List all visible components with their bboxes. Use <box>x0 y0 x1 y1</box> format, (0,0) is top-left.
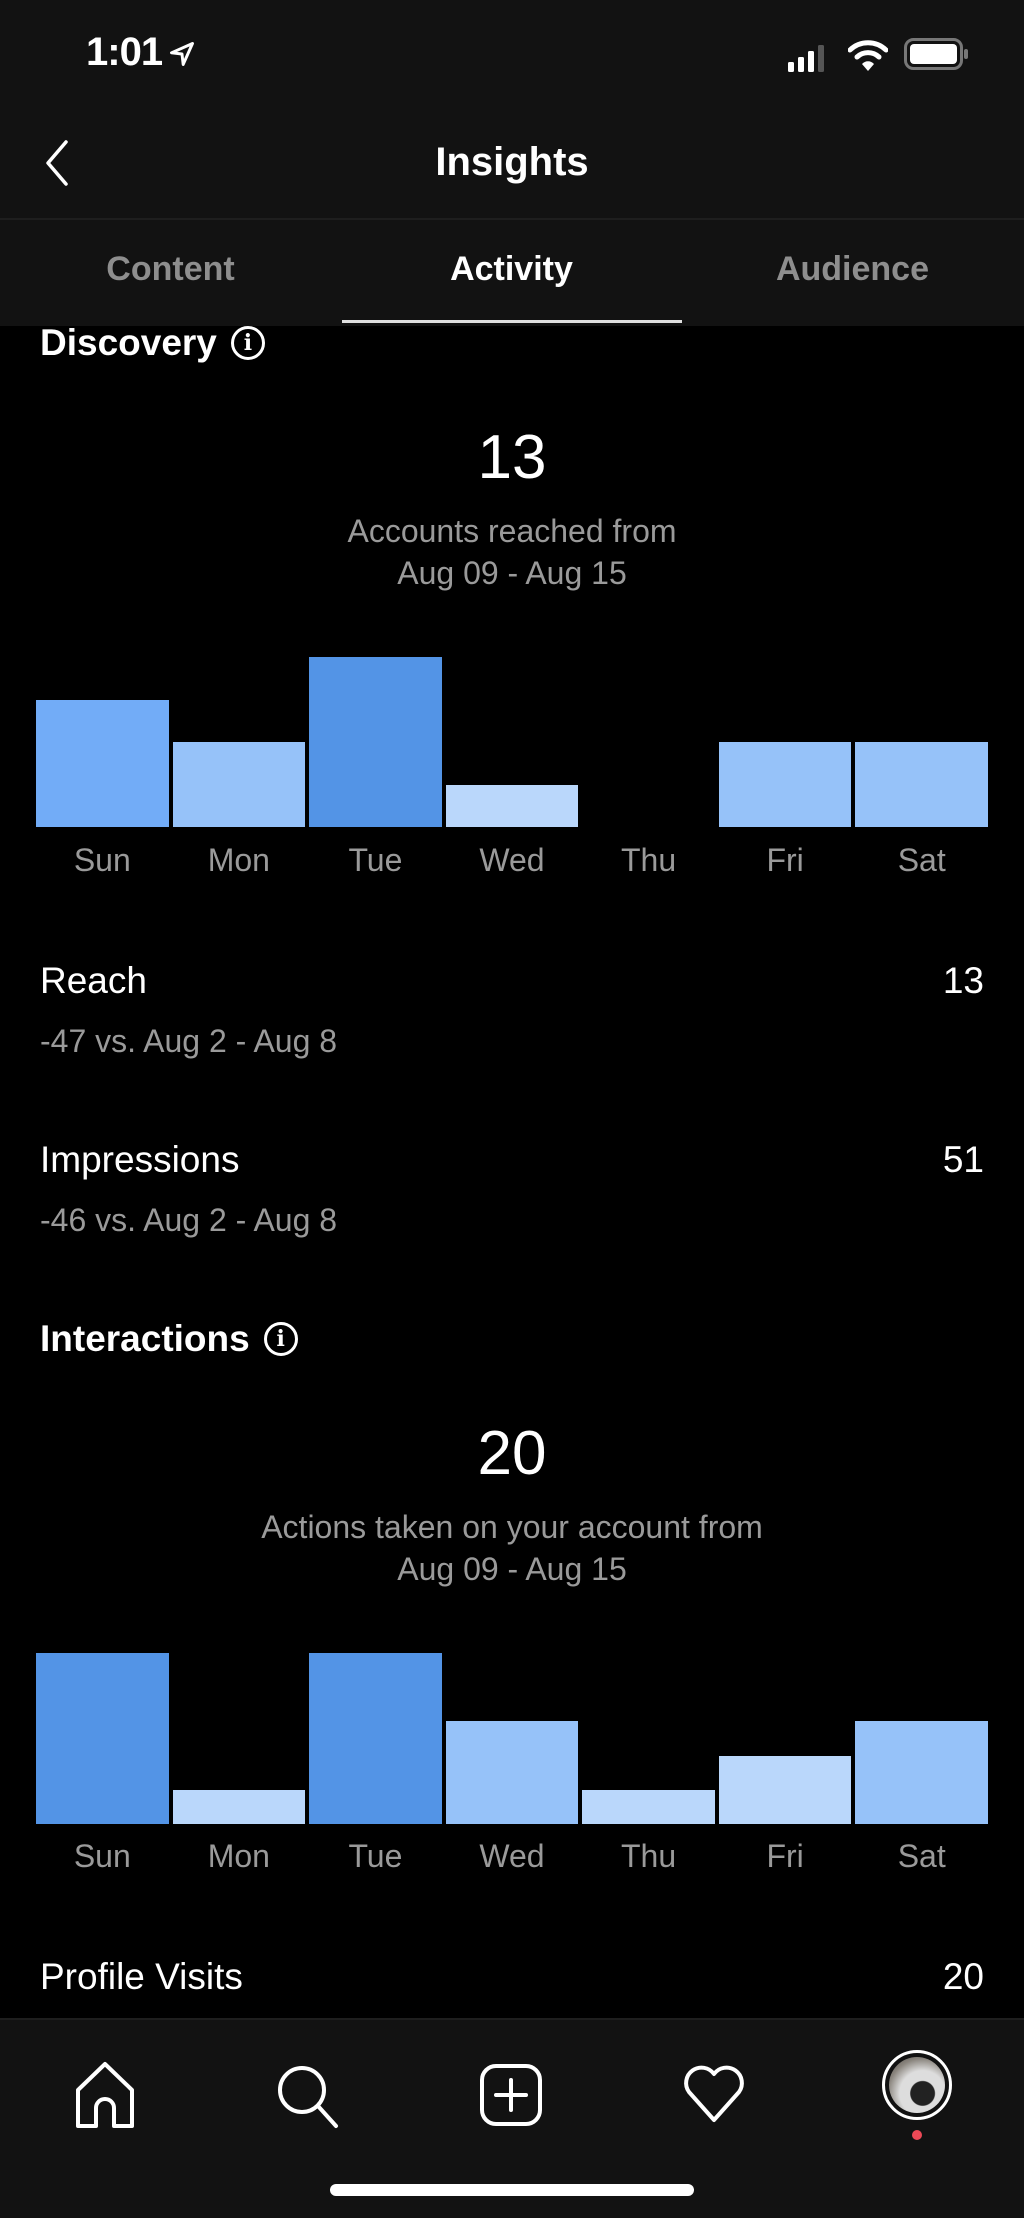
interactions-subtitle-line2: Aug 09 - Aug 15 <box>397 1551 627 1587</box>
tab-bar: Content Activity Audience <box>0 220 1024 326</box>
bar-fri[interactable] <box>718 1755 852 1824</box>
day-label: Fri <box>766 842 804 878</box>
metric-value: 20 <box>942 1956 984 1997</box>
metric-value: 51 <box>942 1139 984 1180</box>
cellular-signal-icon <box>788 45 824 72</box>
reach-comparison: -47 vs. Aug 2 - Aug 8 <box>40 1023 338 1059</box>
bar-wed[interactable] <box>445 1721 579 1824</box>
interactions-day-labels: Sun Mon Tue Wed Thu Fri Sat <box>36 1838 988 1878</box>
metric-label: Impressions <box>40 1139 240 1180</box>
discovery-title: Discovery <box>40 322 217 363</box>
bar-mon[interactable] <box>172 1789 306 1824</box>
bar-thu[interactable] <box>582 1789 715 1824</box>
interactions-section-header: Interactions i <box>40 1318 298 1360</box>
metric-reach[interactable]: Reach 13 <box>40 960 984 1002</box>
active-tab-indicator <box>342 320 682 323</box>
day-label: Sun <box>73 842 131 878</box>
day-label: Sat <box>897 842 946 878</box>
interactions-subtitle-line1: Actions taken on your account from <box>261 1509 763 1545</box>
page-title: Insights <box>435 140 589 184</box>
info-icon[interactable]: i <box>230 326 265 360</box>
day-label: Wed <box>479 842 545 878</box>
impressions-comparison: -46 vs. Aug 2 - Aug 8 <box>40 1202 338 1238</box>
heart-icon[interactable] <box>679 2060 749 2130</box>
bar-sat[interactable] <box>855 742 988 827</box>
notification-dot <box>912 2130 922 2140</box>
day-label: Sat <box>897 1838 946 1874</box>
bar-sat[interactable] <box>855 1721 988 1824</box>
info-icon[interactable]: i <box>263 1322 298 1356</box>
metric-profile-visits[interactable]: Profile Visits 20 <box>40 1956 984 1998</box>
header: Insights <box>0 110 1024 220</box>
day-label: Tue <box>348 842 403 878</box>
discovery-subtitle-line2: Aug 09 - Aug 15 <box>397 555 627 591</box>
plus-square-icon[interactable] <box>476 2060 546 2130</box>
day-label: Thu <box>620 842 677 878</box>
bar-sun[interactable] <box>36 699 169 827</box>
day-label: Wed <box>479 1838 545 1874</box>
home-indicator <box>330 2184 694 2196</box>
status-time: 1:01 <box>86 30 163 74</box>
search-icon[interactable] <box>272 2060 342 2130</box>
metric-value: 13 <box>942 960 984 1001</box>
bar-tue[interactable] <box>309 657 442 827</box>
wifi-icon <box>848 40 888 71</box>
day-label: Fri <box>766 1838 804 1874</box>
metric-impressions[interactable]: Impressions 51 <box>40 1139 984 1181</box>
metric-label: Profile Visits <box>40 1956 243 1997</box>
bar-mon[interactable] <box>172 742 306 827</box>
battery-icon <box>904 38 968 70</box>
day-label: Sun <box>73 1838 131 1874</box>
interactions-bar-chart <box>36 1653 988 1824</box>
metric-label: Reach <box>40 960 147 1001</box>
discovery-day-labels: Sun Mon Tue Wed Thu Fri Sat <box>36 842 988 882</box>
accounts-reached-total: 13 <box>477 423 547 492</box>
bar-tue[interactable] <box>309 1653 442 1824</box>
bar-sun[interactable] <box>36 1653 169 1824</box>
interactions-title: Interactions <box>40 1318 250 1359</box>
discovery-bar-chart <box>36 657 988 827</box>
day-label: Thu <box>620 1838 677 1874</box>
tab-activity[interactable]: Activity <box>341 250 682 289</box>
day-label: Mon <box>207 842 270 878</box>
discovery-subtitle-line1: Accounts reached from <box>347 513 677 549</box>
interactions-total: 20 <box>477 1419 547 1488</box>
bar-wed[interactable] <box>445 784 579 827</box>
profile-tab[interactable] <box>882 2050 952 2120</box>
discovery-section-header: Discovery i <box>40 322 265 364</box>
day-label: Mon <box>207 1838 270 1874</box>
location-arrow-icon <box>170 42 194 66</box>
home-icon[interactable] <box>70 2060 140 2130</box>
avatar <box>889 2057 945 2113</box>
status-bar: 1:01 <box>0 0 1024 110</box>
bar-fri[interactable] <box>718 742 852 827</box>
day-label: Tue <box>348 1838 403 1874</box>
tab-content[interactable]: Content <box>0 250 341 289</box>
tab-audience[interactable]: Audience <box>682 250 1023 289</box>
